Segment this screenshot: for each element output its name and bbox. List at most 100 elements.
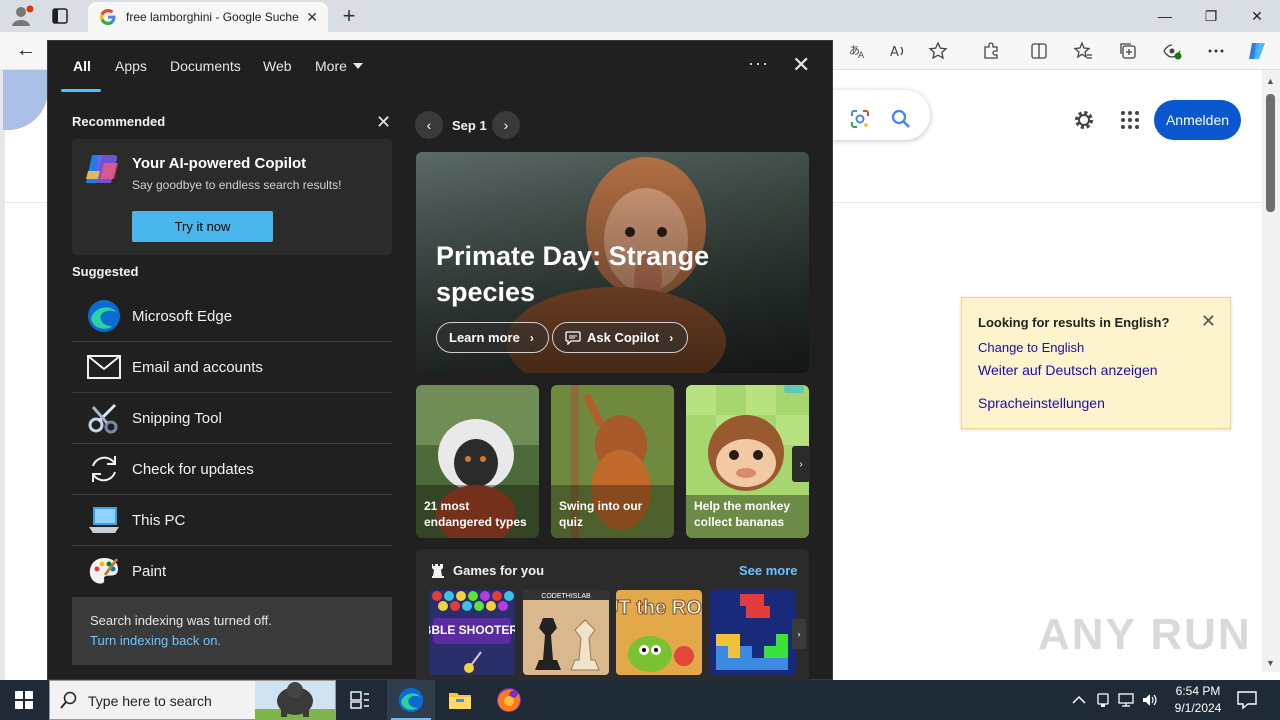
favorites-icon[interactable] xyxy=(1072,40,1094,62)
suggested-item-label: Check for updates xyxy=(132,460,254,478)
scissors-icon xyxy=(86,400,122,436)
bubble-shooter-image: BUBBLE SHOOTER HD xyxy=(429,590,515,675)
notification-icon[interactable] xyxy=(1236,689,1258,711)
learn-more-label: Learn more xyxy=(449,330,520,345)
start-button[interactable] xyxy=(0,680,48,720)
browser-tab[interactable]: free lamborghini - Google Suche ✕ xyxy=(88,2,328,32)
close-panel-icon[interactable]: ✕ xyxy=(792,53,810,77)
date-prev-button[interactable]: ‹ xyxy=(415,111,443,139)
suggested-item-label: This PC xyxy=(132,511,186,529)
codethislab-logo-text: CODETHISLAB xyxy=(541,593,591,600)
language-settings-link[interactable]: Spracheinstellungen xyxy=(978,395,1105,411)
scroll-thumb[interactable] xyxy=(1266,94,1275,212)
translate-icon[interactable]: あA xyxy=(847,40,869,62)
suggested-item-this-pc[interactable]: This PC xyxy=(72,495,392,546)
apps-grid-icon[interactable] xyxy=(1120,110,1140,130)
browser-titlebar: free lamborghini - Google Suche ✕ + — ❐ … xyxy=(0,0,1280,32)
highlight-card-endangered[interactable]: 21 most endangered types xyxy=(416,385,539,538)
tab-apps[interactable]: Apps xyxy=(115,58,147,74)
lang-box-close-icon[interactable]: ✕ xyxy=(1201,312,1216,330)
clock-date: 9/1/2024 xyxy=(1174,701,1222,715)
tray-overflow-icon[interactable] xyxy=(1070,691,1088,709)
search-highlight-gorilla-icon xyxy=(255,681,335,719)
search-highlight-date: Sep 1 xyxy=(452,118,487,133)
extensions-icon[interactable] xyxy=(980,40,1002,62)
chess-image: CODETHISLAB xyxy=(523,590,609,675)
settings-more-icon[interactable] xyxy=(1205,40,1227,62)
signin-button[interactable]: Anmelden xyxy=(1154,100,1241,140)
suggested-item-updates[interactable]: Check for updates xyxy=(72,444,392,495)
taskbar-clock[interactable]: 6:54 PM 9/1/2024 xyxy=(1170,683,1226,717)
stay-german-link[interactable]: Weiter auf Deutsch anzeigen xyxy=(978,362,1158,378)
back-button[interactable]: ← xyxy=(16,40,40,62)
split-screen-icon[interactable] xyxy=(1028,40,1050,62)
games-next-button[interactable]: › xyxy=(792,619,806,649)
page-scrollbar[interactable]: ▲ ▼ xyxy=(1262,70,1280,672)
minimize-button[interactable]: — xyxy=(1142,0,1188,32)
profile-icon[interactable] xyxy=(10,5,34,27)
learn-more-button[interactable]: Learn more › xyxy=(436,322,549,353)
taskbar-edge-button[interactable] xyxy=(387,680,435,720)
collections-icon[interactable] xyxy=(1117,40,1139,62)
suggested-item-snipping[interactable]: Snipping Tool xyxy=(72,393,392,444)
scroll-up-icon[interactable]: ▲ xyxy=(1266,76,1275,86)
turn-indexing-on-link[interactable]: Turn indexing back on. xyxy=(90,633,221,648)
device-icon[interactable] xyxy=(1094,691,1112,709)
taskbar-explorer-button[interactable] xyxy=(436,680,484,720)
gear-icon[interactable] xyxy=(1072,108,1096,132)
edge-icon xyxy=(86,298,122,334)
read-aloud-icon[interactable]: A xyxy=(887,40,909,62)
game-tile-chess[interactable]: CODETHISLAB xyxy=(523,590,609,675)
search-icon xyxy=(60,691,77,709)
tab-web[interactable]: Web xyxy=(263,58,292,74)
date-next-button[interactable]: › xyxy=(492,111,520,139)
indexing-notice-text: Search indexing was turned off. xyxy=(90,613,272,628)
scroll-down-icon[interactable]: ▼ xyxy=(1266,658,1275,668)
copilot-card-title: Your AI-powered Copilot xyxy=(132,155,307,172)
game-tile-bubble-shooter[interactable]: BUBBLE SHOOTER HD xyxy=(429,590,515,675)
new-tab-button[interactable]: + xyxy=(338,4,360,28)
task-view-button[interactable] xyxy=(336,680,384,720)
google-favicon-icon xyxy=(100,9,116,25)
copilot-card-subtitle: Say goodbye to endless search results! xyxy=(132,178,342,192)
browser-essentials-icon[interactable] xyxy=(1161,40,1183,62)
tab-more[interactable]: More xyxy=(315,58,347,74)
chevron-right-icon: › xyxy=(669,330,674,345)
taskbar-search-box[interactable]: Type here to search xyxy=(49,680,336,720)
google-lens-icon[interactable] xyxy=(849,108,871,130)
cards-next-button[interactable]: › xyxy=(792,446,810,482)
recommended-close-icon[interactable]: ✕ xyxy=(376,113,391,131)
search-highlight-hero[interactable]: Primate Day: Strange species Learn more … xyxy=(416,152,809,373)
try-it-now-button[interactable]: Try it now xyxy=(132,211,273,242)
taskbar-firefox-button[interactable] xyxy=(485,680,533,720)
page-left-edge xyxy=(0,70,5,680)
restore-button[interactable]: ❐ xyxy=(1188,0,1234,32)
suggested-item-email[interactable]: Email and accounts xyxy=(72,342,392,393)
highlight-card-game[interactable]: Help the monkey collect bananas xyxy=(686,385,809,538)
close-window-button[interactable]: ✕ xyxy=(1234,0,1280,32)
highlight-card-quiz[interactable]: Swing into our quiz xyxy=(551,385,674,538)
tab-actions-icon[interactable] xyxy=(50,6,70,26)
cut-the-rope-logo-text: CUT the ROPE xyxy=(616,597,702,619)
ask-copilot-button[interactable]: Ask Copilot › xyxy=(552,322,689,353)
more-options-icon[interactable]: ··· xyxy=(748,53,769,74)
tab-documents[interactable]: Documents xyxy=(170,58,241,74)
change-to-english-link[interactable]: Change to English xyxy=(978,340,1084,355)
favorite-star-icon[interactable] xyxy=(927,40,949,62)
tab-close-button[interactable]: ✕ xyxy=(306,10,318,24)
suggested-item-paint[interactable]: Paint xyxy=(72,546,392,597)
edge-icon xyxy=(398,687,424,713)
copilot-icon[interactable] xyxy=(1246,40,1268,62)
game-tile-blocks[interactable] xyxy=(710,590,796,675)
see-more-link[interactable]: See more xyxy=(739,563,798,578)
suggested-item-edge[interactable]: Microsoft Edge xyxy=(72,291,392,342)
tab-all[interactable]: All xyxy=(73,58,91,74)
volume-icon[interactable] xyxy=(1141,691,1159,709)
sync-icon xyxy=(86,451,122,487)
search-box[interactable] xyxy=(832,90,930,140)
network-icon[interactable] xyxy=(1117,691,1135,709)
search-panel-nav: All Apps Documents Web More ··· ✕ xyxy=(48,41,834,93)
search-icon[interactable] xyxy=(890,108,912,130)
game-tile-cut-the-rope[interactable]: CUT the ROPE xyxy=(616,590,702,675)
chevron-down-icon[interactable] xyxy=(353,63,363,69)
